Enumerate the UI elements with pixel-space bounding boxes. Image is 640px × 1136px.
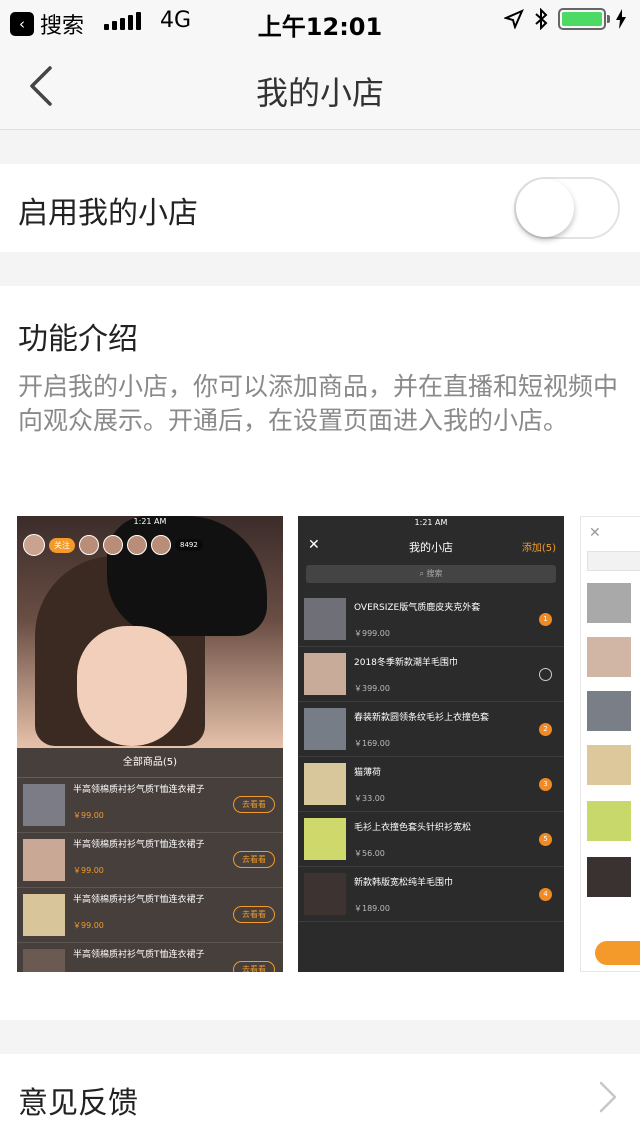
product-name: 新款韩版宽松纯羊毛围巾 bbox=[354, 878, 454, 888]
list-item: 半高领棉质衬衫气质T恤连衣裙子 ￥99.00 去看看 bbox=[17, 888, 283, 943]
preview-screenshot-manage: ✕ bbox=[580, 516, 640, 972]
product-thumbnail bbox=[587, 583, 631, 623]
product-price: ￥999.00 bbox=[354, 629, 390, 638]
preview-add-label: 添加(5) bbox=[521, 543, 556, 554]
product-thumbnail bbox=[304, 708, 346, 750]
product-thumbnail bbox=[304, 873, 346, 915]
viewer-avatar bbox=[151, 535, 171, 555]
product-name: 春装新款圆领条纹毛衫上衣撞色套 bbox=[354, 713, 490, 723]
viewer-count: 8492 bbox=[175, 539, 203, 551]
enable-shop-label: 启用我的小店 bbox=[18, 196, 198, 231]
product-price: ￥399.00 bbox=[354, 684, 390, 693]
product-panel-title: 全部商品(5) bbox=[17, 748, 283, 778]
product-name: 猫薄荷 bbox=[354, 768, 382, 778]
order-badge: 3 bbox=[539, 778, 552, 791]
list-item: 猫薄荷 ￥33.00 3 bbox=[298, 757, 564, 812]
order-badge: 4 bbox=[539, 888, 552, 901]
bluetooth-icon bbox=[535, 8, 548, 30]
product-name: 半高领棉质衬衫气质T恤连衣裙子 bbox=[73, 785, 205, 795]
list-item: 春装新款圆领条纹毛衫上衣撞色套 ￥169.00 2 bbox=[298, 702, 564, 757]
product-thumbnail bbox=[587, 801, 631, 841]
list-item: OVERSIZE版气质鹿皮夹克外套 ￥999.00 1 bbox=[298, 592, 564, 647]
product-thumbnail bbox=[587, 745, 631, 785]
preview-search-bar: ⌕ 搜索 bbox=[306, 565, 556, 583]
product-name: 半高领棉质衬衫气质T恤连衣裙子 bbox=[73, 840, 205, 850]
view-product-button: 去看看 bbox=[233, 796, 275, 813]
preview-search-placeholder: 搜索 bbox=[426, 569, 443, 578]
product-price: ￥189.00 bbox=[354, 904, 390, 913]
product-thumbnail bbox=[587, 857, 631, 897]
feedback-label: 意见反馈 bbox=[18, 1086, 138, 1121]
feedback-row[interactable]: 意见反馈 bbox=[0, 1054, 640, 1136]
product-thumbnail bbox=[304, 818, 346, 860]
preview-screenshot-shop: 1:21 AM ✕ 我的小店 添加(5) ⌕ 搜索 OVERSIZE版气质鹿皮夹… bbox=[298, 516, 564, 972]
view-product-button: 去看看 bbox=[233, 851, 275, 868]
preview-status-time: 1:21 AM bbox=[414, 518, 448, 527]
list-item: 毛衫上衣撞色套头针织衫宽松 ￥56.00 5 bbox=[298, 812, 564, 867]
order-badge: 1 bbox=[539, 613, 552, 626]
product-name: 半高领棉质衬衫气质T恤连衣裙子 bbox=[73, 895, 205, 905]
unselected-circle bbox=[539, 668, 552, 681]
product-name: 半高领棉质衬衫气质T恤连衣裙子 bbox=[73, 950, 205, 960]
product-price: ￥169.00 bbox=[354, 739, 390, 748]
preview-screenshot-live: 1:21 AM 关注 8492 全部商品(5) 半高领棉质衬衫气质T恤连衣裙子 … bbox=[17, 516, 283, 972]
list-item: 半高领棉质衬衫气质T恤连衣裙子 ￥99.00 去看看 bbox=[17, 833, 283, 888]
intro-description: 开启我的小店，你可以添加商品，并在直播和短视频中向观众展示。开通后，在设置页面进… bbox=[18, 372, 619, 435]
avatar bbox=[23, 534, 45, 556]
product-price: ￥99.00 bbox=[73, 811, 104, 820]
product-name: 2018冬季新款潮羊毛围巾 bbox=[354, 658, 458, 668]
view-product-button: 去看看 bbox=[233, 906, 275, 923]
feature-intro-section: 功能介绍 开启我的小店，你可以添加商品，并在直播和短视频中向观众展示。开通后，在… bbox=[0, 286, 640, 1020]
product-name: 毛衫上衣撞色套头针织衫宽松 bbox=[354, 823, 472, 833]
preview-shop-nav: ✕ 我的小店 添加(5) bbox=[298, 534, 564, 560]
list-item: 半高领棉质衬衫气质T恤连衣裙子 ￥99.00 去看看 bbox=[17, 778, 283, 833]
close-icon: ✕ bbox=[589, 525, 601, 541]
product-thumbnail bbox=[304, 763, 346, 805]
product-thumbnail bbox=[23, 894, 65, 936]
product-price: ￥99.00 bbox=[73, 921, 104, 930]
preview-search-bar bbox=[587, 551, 640, 571]
toggle-knob bbox=[516, 179, 574, 237]
product-name: OVERSIZE版气质鹿皮夹克外套 bbox=[354, 603, 481, 613]
product-thumbnail bbox=[23, 839, 65, 881]
product-thumbnail bbox=[587, 637, 631, 677]
enable-shop-toggle[interactable] bbox=[514, 177, 620, 239]
product-thumbnail bbox=[304, 653, 346, 695]
location-icon bbox=[504, 9, 524, 29]
product-price: ￥99.00 bbox=[73, 866, 104, 875]
list-item: 半高领棉质衬衫气质T恤连衣裙子 去看看 bbox=[17, 943, 283, 972]
view-product-button: 去看看 bbox=[233, 961, 275, 972]
charging-icon bbox=[616, 9, 626, 29]
product-thumbnail bbox=[587, 691, 631, 731]
preview-status-time: 1:21 AM bbox=[133, 517, 167, 526]
viewer-avatar bbox=[79, 535, 99, 555]
preview-confirm-button bbox=[595, 941, 640, 965]
navigation-bar: 我的小店 bbox=[0, 40, 640, 130]
list-item: 2018冬季新款潮羊毛围巾 ￥399.00 bbox=[298, 647, 564, 702]
product-price: ￥56.00 bbox=[354, 849, 385, 858]
list-item: 新款韩版宽松纯羊毛围巾 ￥189.00 4 bbox=[298, 867, 564, 922]
live-header: 关注 8492 bbox=[23, 534, 203, 556]
follow-badge: 关注 bbox=[49, 537, 75, 553]
product-panel: 全部商品(5) 半高领棉质衬衫气质T恤连衣裙子 ￥99.00 去看看 半高领棉质… bbox=[17, 748, 283, 972]
product-thumbnail bbox=[23, 949, 65, 972]
intro-heading: 功能介绍 bbox=[18, 322, 138, 357]
chevron-right-icon bbox=[599, 1081, 617, 1113]
order-badge: 2 bbox=[539, 723, 552, 736]
enable-shop-row: 启用我的小店 bbox=[0, 164, 640, 252]
page-title: 我的小店 bbox=[255, 74, 384, 112]
viewer-avatar bbox=[127, 535, 147, 555]
order-badge: 5 bbox=[539, 833, 552, 846]
product-price: ￥33.00 bbox=[354, 794, 385, 803]
status-bar: ‹ 搜索 4G 上午12:01 bbox=[0, 0, 640, 41]
product-thumbnail bbox=[23, 784, 65, 826]
product-thumbnail bbox=[304, 598, 346, 640]
viewer-avatar bbox=[103, 535, 123, 555]
battery-icon bbox=[558, 8, 610, 30]
